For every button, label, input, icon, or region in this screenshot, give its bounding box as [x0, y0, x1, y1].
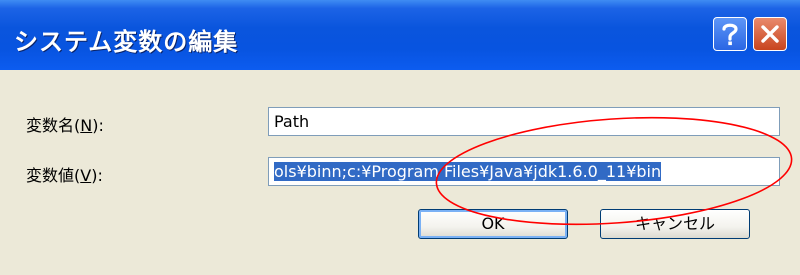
help-button[interactable] — [713, 17, 747, 51]
edit-system-variable-dialog: システム変数の編集 変数名(N): Path 変数値(V): ols¥binn;… — [0, 0, 800, 275]
dialog-title: システム変数の編集 — [14, 28, 239, 56]
question-mark-icon — [722, 23, 738, 46]
variable-name-label: 変数名(N): — [26, 116, 104, 135]
cancel-button[interactable]: キャンセル — [600, 209, 750, 239]
title-bar[interactable]: システム変数の編集 — [0, 0, 800, 70]
variable-value-text: ols¥binn;c:¥Program Files¥Java¥jdk1.6.0_… — [274, 162, 662, 181]
close-icon — [761, 25, 779, 43]
ok-button[interactable]: OK — [418, 209, 568, 239]
variable-value-label: 変数値(V): — [26, 166, 103, 185]
variable-name-text: Path — [274, 112, 310, 131]
variable-value-input[interactable]: ols¥binn;c:¥Program Files¥Java¥jdk1.6.0_… — [268, 157, 780, 186]
close-button[interactable] — [753, 17, 787, 51]
variable-name-input[interactable]: Path — [268, 107, 780, 136]
